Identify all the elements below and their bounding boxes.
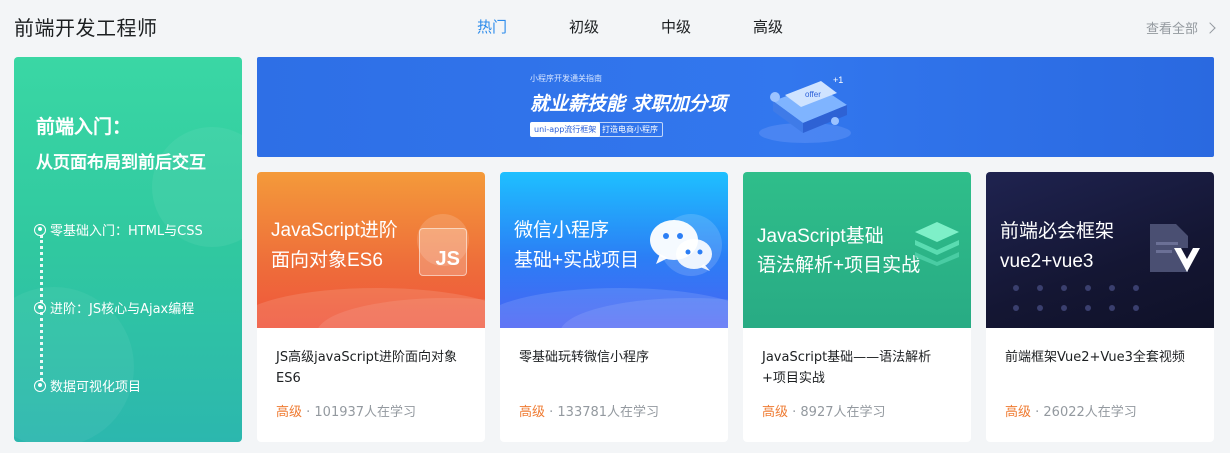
tab-intermediate[interactable]: 中级 <box>630 16 722 37</box>
chevron-right-icon <box>1204 21 1216 34</box>
wechat-icon <box>650 220 712 271</box>
course-cover: 微信小程序 基础+实战项目 <box>500 172 728 328</box>
path-subtitle: 从页面布局到前后交互 <box>36 153 206 173</box>
course-cover: JavaScript基础 语法解析+项目实战 <box>743 172 971 328</box>
dot-grid-decoration <box>1013 285 1139 311</box>
course-level: 高级 <box>276 405 303 420</box>
cover-title-line2: vue2+vue3 <box>1000 251 1094 272</box>
view-all-link[interactable]: 查看全部 <box>1145 18 1216 37</box>
path-title: 前端入门： <box>36 116 132 138</box>
view-all-label: 查看全部 <box>1145 22 1198 37</box>
offer-illustration-icon: offer +1 <box>759 75 851 143</box>
tab-beginner[interactable]: 初级 <box>538 16 630 37</box>
course-cover: 前端必会框架 vue2+vue3 <box>986 172 1214 328</box>
cover-title-line1: JavaScript基础 <box>757 226 884 247</box>
offer-text: offer <box>805 90 821 99</box>
course-card[interactable]: JavaScript基础 语法解析+项目实战 JavaScript基础——语法解… <box>743 172 971 442</box>
course-name: JS高级javaScript进阶面向对象ES6 <box>276 350 458 386</box>
banner-content: 小程序开发通关指南 就业薪技能 求职加分项 uni-app流行框架 打造电商小程… <box>525 67 865 147</box>
tab-advanced[interactable]: 高级 <box>722 16 814 37</box>
course-learners: · 101937人在学习 <box>302 405 417 420</box>
course-meta: 高级 · 8927人在学习 <box>762 401 886 420</box>
path-step-label: 数据可视化项目 <box>50 380 142 395</box>
step-dot-icon <box>34 301 46 314</box>
path-step-label: 零基础入门：HTML与CSS <box>50 224 203 239</box>
banner-kicker: 小程序开发通关指南 <box>530 74 602 83</box>
cover-title-line1: 前端必会框架 <box>1000 221 1115 242</box>
path-step-2[interactable]: 进阶：JS核心与Ajax编程 <box>34 298 194 317</box>
cover-title-line2: 基础+实战项目 <box>514 250 640 271</box>
banner-tag: 打造电商小程序 <box>597 122 663 137</box>
course-name: 零基础玩转微信小程序 <box>519 350 650 365</box>
cover-title-line2: 语法解析+项目实战 <box>757 255 921 276</box>
banner-headline: 就业薪技能 求职加分项 <box>530 93 727 115</box>
course-learners: · 8927人在学习 <box>788 405 886 420</box>
course-level: 高级 <box>762 405 789 420</box>
course-name: JavaScript基础——语法解析+项目实战 <box>762 350 932 386</box>
header: 前端开发工程师 热门 初级 中级 高级 查看全部 <box>0 0 1230 56</box>
learning-path-panel[interactable]: 前端入门： 从页面布局到前后交互 零基础入门：HTML与CSS 进阶：JS核心与… <box>14 57 242 442</box>
path-step-label: 进阶：JS核心与Ajax编程 <box>50 302 195 317</box>
promo-banner[interactable]: 小程序开发通关指南 就业薪技能 求职加分项 uni-app流行框架 打造电商小程… <box>257 57 1214 157</box>
course-learners: · 26022人在学习 <box>1031 405 1137 420</box>
course-meta: 高级 · 101937人在学习 <box>276 401 416 420</box>
cover-title-line2: 面向对象ES6 <box>271 250 383 271</box>
banner-tag: uni-app流行框架 <box>530 122 601 137</box>
page-title: 前端开发工程师 <box>14 16 158 40</box>
path-step-3[interactable]: 数据可视化项目 <box>34 376 141 395</box>
cover-title-line1: JavaScript进阶 <box>271 220 398 241</box>
path-step-1[interactable]: 零基础入门：HTML与CSS <box>34 220 203 239</box>
svg-text:+1: +1 <box>833 75 843 85</box>
course-card[interactable]: JavaScript进阶 面向对象ES6 JS JS高级javaScript进阶… <box>257 172 485 442</box>
js-badge-icon: JS <box>419 228 467 276</box>
step-dot-icon <box>34 379 46 392</box>
vue-document-icon <box>1150 224 1200 272</box>
tab-hot[interactable]: 热门 <box>446 16 538 37</box>
course-meta: 高级 · 26022人在学习 <box>1005 401 1137 420</box>
course-card[interactable]: 微信小程序 基础+实战项目 零基础玩转微信小程序 高级 · 133781人在学习 <box>500 172 728 442</box>
js-badge-text: JS <box>435 248 460 270</box>
course-meta: 高级 · 133781人在学习 <box>519 401 659 420</box>
course-cover: JavaScript进阶 面向对象ES6 JS <box>257 172 485 328</box>
step-dot-icon <box>34 223 46 236</box>
course-name: 前端框架Vue2+Vue3全套视频 <box>1005 350 1185 365</box>
course-learners: · 133781人在学习 <box>545 405 660 420</box>
cover-title-line1: 微信小程序 <box>514 220 610 241</box>
course-level: 高级 <box>1005 405 1032 420</box>
course-level: 高级 <box>519 405 546 420</box>
layers-icon <box>915 222 959 266</box>
level-tabs: 热门 初级 中级 高级 <box>446 16 814 37</box>
course-card[interactable]: 前端必会框架 vue2+vue3 前端框架Vue2+Vue3全套视频 高级 · … <box>986 172 1214 442</box>
